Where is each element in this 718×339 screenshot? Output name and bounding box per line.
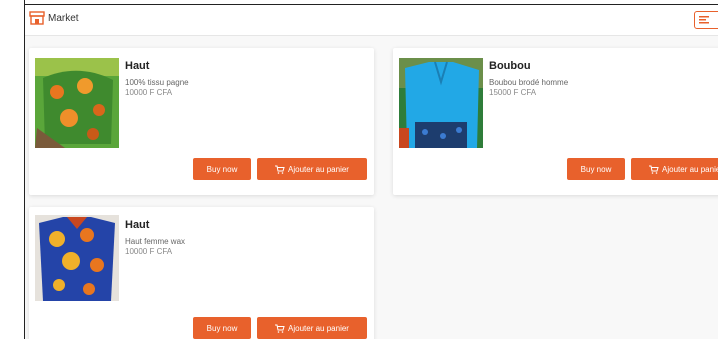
buy-now-button[interactable]: Buy now xyxy=(193,317,251,339)
top-bar: Market xyxy=(25,5,718,36)
product-image[interactable] xyxy=(399,58,483,148)
cart-icon xyxy=(275,165,285,174)
menu-icon xyxy=(699,16,709,24)
add-to-cart-label: Ajouter au panier xyxy=(288,323,349,333)
product-description: Boubou brodé homme xyxy=(489,78,569,87)
app-container: Market Haut 100% tissu pagne 10000 F CFA… xyxy=(25,5,718,339)
product-price: 15000 F CFA xyxy=(489,88,537,97)
buy-now-button[interactable]: Buy now xyxy=(193,158,251,180)
product-card: Haut 100% tissu pagne 10000 F CFA Buy no… xyxy=(29,48,374,195)
product-image[interactable] xyxy=(35,58,119,148)
product-title: Boubou xyxy=(489,60,531,72)
add-to-cart-button[interactable]: Ajouter au panier xyxy=(257,158,367,180)
logo[interactable]: Market xyxy=(29,11,79,25)
buy-now-label: Buy now xyxy=(206,164,238,174)
product-card: Boubou Boubou brodé homme 15000 F CFA Bu… xyxy=(393,48,718,195)
product-card: Haut Haut femme wax 10000 F CFA Buy now … xyxy=(29,207,374,339)
shop-icon xyxy=(29,11,45,25)
buy-now-button[interactable]: Buy now xyxy=(567,158,625,180)
product-image[interactable] xyxy=(35,215,119,301)
product-price: 10000 F CFA xyxy=(125,88,173,97)
buy-now-label: Buy now xyxy=(206,323,238,333)
cart-icon xyxy=(649,165,659,174)
logo-text: Market xyxy=(48,12,79,24)
product-price: 10000 F CFA xyxy=(125,247,173,256)
add-to-cart-button[interactable]: Ajouter au panier xyxy=(257,317,367,339)
buy-now-label: Buy now xyxy=(580,164,612,174)
add-to-cart-button[interactable]: Ajouter au panier xyxy=(631,158,718,180)
cart-icon xyxy=(275,324,285,333)
add-to-cart-label: Ajouter au panier xyxy=(662,164,718,174)
menu-button[interactable] xyxy=(694,11,718,29)
product-description: 100% tissu pagne xyxy=(125,78,189,87)
window-left-border xyxy=(0,0,25,339)
add-to-cart-label: Ajouter au panier xyxy=(288,164,349,174)
product-title: Haut xyxy=(125,60,150,72)
product-title: Haut xyxy=(125,219,150,231)
product-description: Haut femme wax xyxy=(125,237,186,246)
